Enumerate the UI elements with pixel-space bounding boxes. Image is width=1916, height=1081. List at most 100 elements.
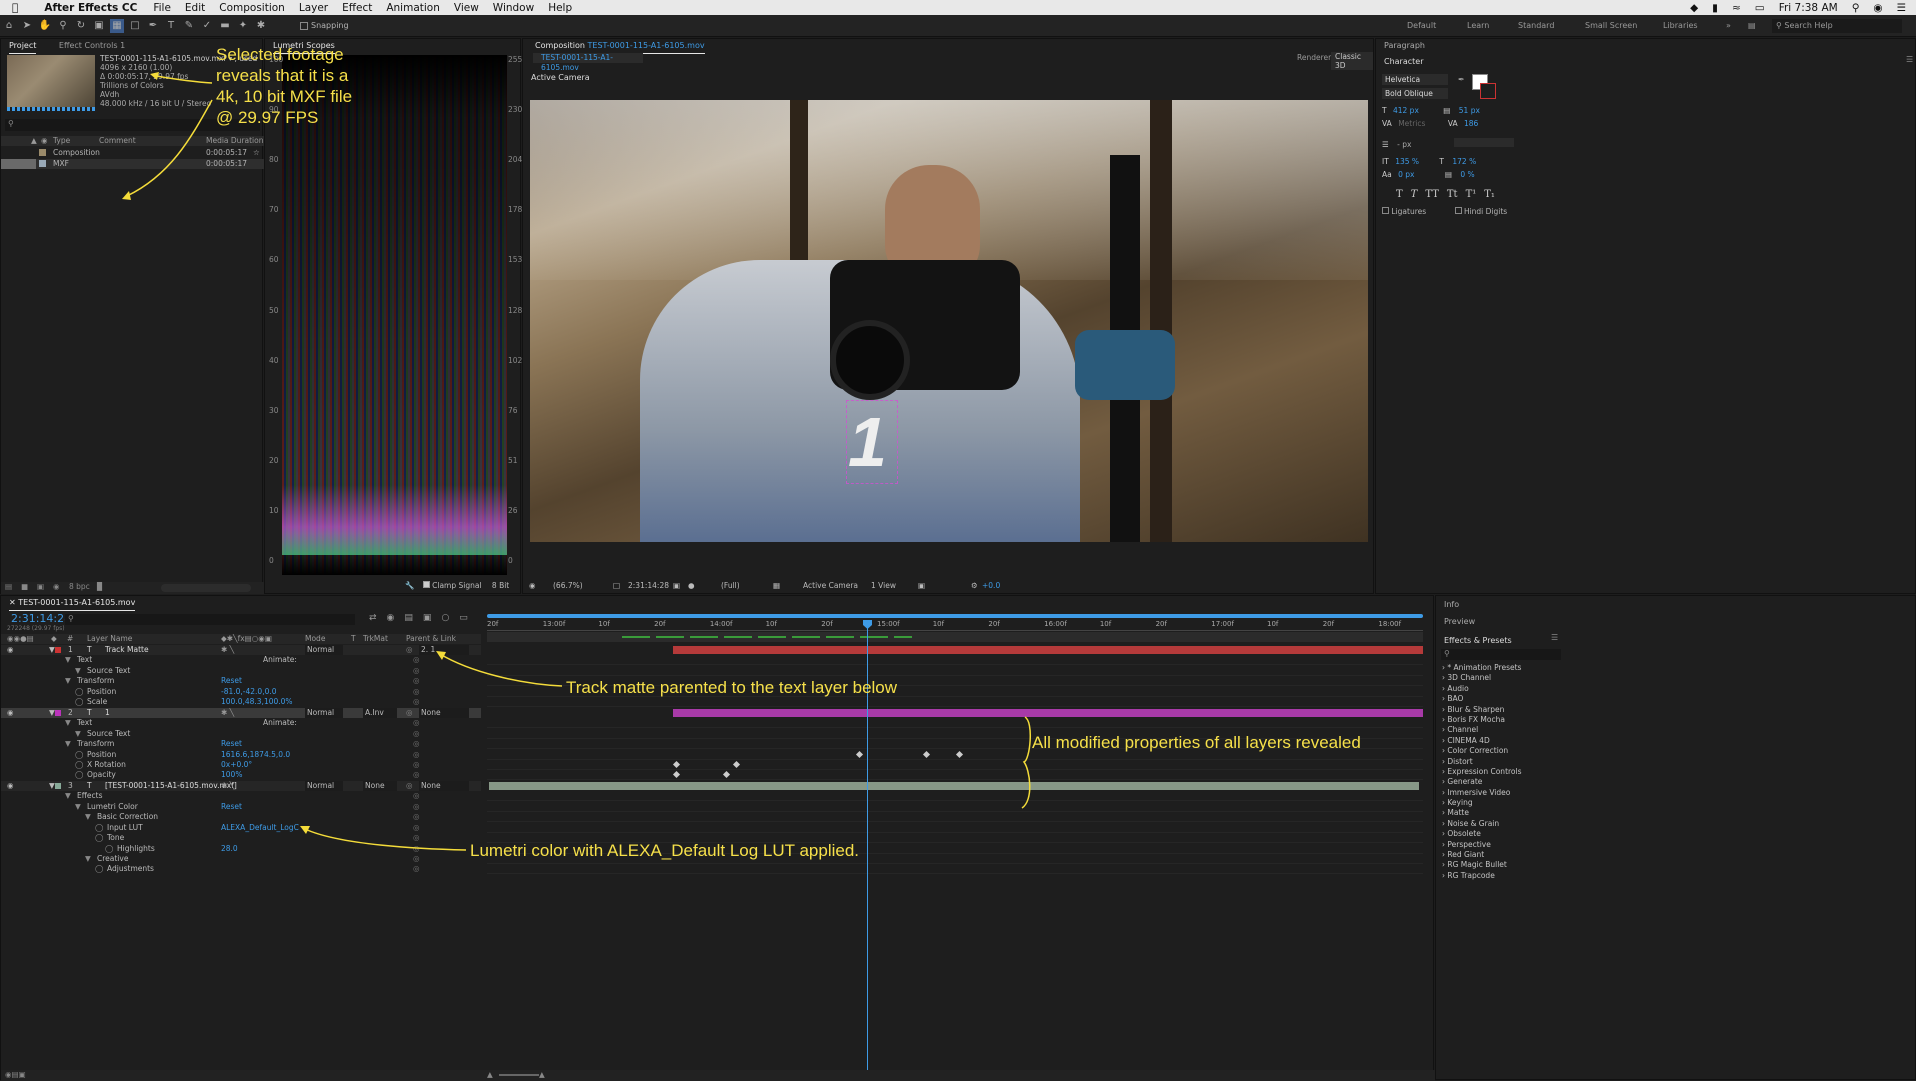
tab-effect-controls[interactable]: Effect Controls 1 xyxy=(59,39,125,53)
property-row[interactable]: ◯ Scale 100.0,48.3,100.0% ◎ xyxy=(1,697,481,707)
expression-pickwhip-icon[interactable]: ◎ xyxy=(413,739,420,749)
mode-dropdown[interactable]: Normal xyxy=(305,707,343,718)
effects-category[interactable]: › Red Giant xyxy=(1436,850,1566,860)
zoom-in-icon[interactable]: ▲ xyxy=(539,1070,545,1079)
trkmat-dropdown[interactable]: None xyxy=(363,780,397,791)
layer-switches-toggle-icon[interactable]: ◉▤▣ xyxy=(5,1070,26,1079)
effects-category[interactable]: › Audio xyxy=(1436,684,1566,694)
more-workspaces-icon[interactable]: » xyxy=(1726,15,1731,37)
camera-dropdown[interactable]: Active Camera xyxy=(803,581,858,590)
expression-pickwhip-icon[interactable]: ◎ xyxy=(413,802,420,812)
tab-character[interactable]: Character xyxy=(1376,55,1424,69)
roto-tool-icon[interactable]: ✦ xyxy=(236,19,250,33)
puppet-tool-icon[interactable]: ✱ xyxy=(254,19,268,33)
expression-pickwhip-icon[interactable]: ◎ xyxy=(413,812,420,822)
property-row[interactable]: ◯ Position -81.0,-42.0,0.0 ◎ xyxy=(1,687,481,697)
effects-search-input[interactable]: ⚲ xyxy=(1441,649,1561,660)
subscript-button[interactable]: T₁ xyxy=(1484,189,1495,200)
property-value[interactable]: 0x+0.0° xyxy=(221,760,252,770)
property-row[interactable]: ▼ Source Text ◎ xyxy=(1,729,481,739)
snapshot-icon[interactable]: ▣ xyxy=(673,581,680,590)
horizontal-scale-value[interactable]: 172 % xyxy=(1452,157,1476,166)
bpc-label[interactable]: 8 bpc xyxy=(69,582,90,591)
apple-icon[interactable]:  xyxy=(12,2,18,14)
effects-category[interactable]: › Channel xyxy=(1436,725,1566,735)
ligatures-checkbox[interactable] xyxy=(1382,207,1389,214)
col-type[interactable]: Type xyxy=(53,136,70,145)
notifications-icon[interactable]: ☰ xyxy=(1897,2,1906,14)
effects-category[interactable]: › Expression Controls xyxy=(1436,767,1566,777)
twirl-icon[interactable]: ▼ xyxy=(65,655,71,665)
siri-icon[interactable]: ◉ xyxy=(1873,2,1882,14)
comp-subtab[interactable]: TEST-0001-115-A1-6105.mov xyxy=(533,53,643,72)
tab-paragraph[interactable]: Paragraph xyxy=(1376,39,1915,53)
hand-tool-icon[interactable]: ✋ xyxy=(38,19,52,33)
home-icon[interactable]: ⌂ xyxy=(2,19,16,33)
col-parent[interactable]: Parent & Link xyxy=(406,634,456,643)
time-ruler[interactable]: 20f 13:00f 10f 20f 14:00f 10f 20f 15:00f 10f 20f 1… xyxy=(487,620,1423,631)
project-settings-icon[interactable]: ◉ xyxy=(53,582,60,591)
expression-pickwhip-icon[interactable]: ◎ xyxy=(413,687,420,697)
menu-view[interactable]: View xyxy=(454,2,479,14)
expression-pickwhip-icon[interactable]: ◎ xyxy=(413,729,420,739)
expression-pickwhip-icon[interactable]: ◎ xyxy=(413,718,420,728)
vertical-scale-value[interactable]: 135 % xyxy=(1395,157,1419,166)
stroke-style-dropdown[interactable] xyxy=(1453,138,1514,147)
trash-icon[interactable]: ▉ xyxy=(97,582,103,591)
property-action[interactable]: Animate: xyxy=(263,655,297,665)
layer-label-swatch[interactable] xyxy=(55,782,61,789)
layer-switches[interactable]: ✱ ╲ xyxy=(221,708,234,718)
expression-pickwhip-icon[interactable]: ◎ xyxy=(413,697,420,707)
project-scrollbar[interactable] xyxy=(161,584,251,592)
property-row[interactable]: ▼ Transform Reset ◎ xyxy=(1,676,481,686)
frame-blending-icon[interactable]: ▣ xyxy=(423,613,432,623)
baseline-value[interactable]: 0 px xyxy=(1398,170,1414,179)
work-area-bar[interactable] xyxy=(487,614,1423,618)
eraser-tool-icon[interactable]: ▬ xyxy=(218,19,232,33)
dropbox-icon[interactable]: ◆ xyxy=(1690,2,1698,14)
wrench-icon[interactable]: 🔧 xyxy=(405,581,414,590)
col-mode[interactable]: Mode xyxy=(305,634,325,643)
effects-category[interactable]: › * Animation Presets xyxy=(1436,663,1566,673)
pickwhip-icon[interactable]: ◎ xyxy=(406,781,413,791)
twirl-icon[interactable]: ◯ xyxy=(75,697,83,707)
col-duration[interactable]: Media Duration xyxy=(206,136,263,145)
twirl-icon[interactable]: ◯ xyxy=(75,770,83,780)
zoom-dropdown[interactable]: (66.7%) xyxy=(553,581,583,590)
menu-edit[interactable]: Edit xyxy=(185,2,205,14)
timeline-timecode[interactable]: 2:31:14:28 xyxy=(11,612,71,625)
layer-duration-bar[interactable] xyxy=(673,646,1423,654)
twirl-icon[interactable]: ▼ xyxy=(49,645,55,655)
layer-duration-bar[interactable] xyxy=(673,708,1423,717)
property-row[interactable]: ◯ Adjustments ◎ xyxy=(1,864,481,874)
property-action[interactable]: Reset xyxy=(221,739,242,749)
effects-category[interactable]: › Perspective xyxy=(1436,840,1566,850)
all-caps-button[interactable]: TT xyxy=(1425,189,1439,200)
tab-effects-presets[interactable]: Effects & Presets xyxy=(1436,634,1915,648)
menu-window[interactable]: Window xyxy=(493,2,534,14)
effects-category[interactable]: › 3D Channel xyxy=(1436,673,1566,683)
property-value[interactable]: -81.0,-42.0,0.0 xyxy=(221,687,277,697)
eyedropper-icon[interactable]: ✒ xyxy=(1458,75,1465,84)
pen-tool-icon[interactable]: ✒ xyxy=(146,19,160,33)
twirl-icon[interactable]: ◯ xyxy=(75,750,83,760)
effects-category[interactable]: › Obsolete xyxy=(1436,829,1566,839)
property-row[interactable]: ▼ Effects ◎ xyxy=(1,791,481,801)
rectangle-tool-icon[interactable]: □ xyxy=(128,19,142,33)
expression-pickwhip-icon[interactable]: ◎ xyxy=(413,666,420,676)
expression-pickwhip-icon[interactable]: ◎ xyxy=(413,750,420,760)
workspace-default[interactable]: Default xyxy=(1407,15,1436,37)
graph-editor-icon[interactable]: ▭ xyxy=(459,613,468,623)
new-comp-icon[interactable]: ▣ xyxy=(37,582,44,591)
tab-preview[interactable]: Preview xyxy=(1436,615,1915,629)
property-action[interactable]: Reset xyxy=(221,676,242,686)
parent-dropdown[interactable]: 2. 1 xyxy=(419,645,469,655)
property-row[interactable]: ◯ Opacity 100% ◎ xyxy=(1,770,481,780)
layer-duration-bar[interactable] xyxy=(489,781,1419,790)
kerning-value[interactable]: Metrics xyxy=(1398,119,1425,128)
property-row[interactable]: ▼ Transform Reset ◎ xyxy=(1,739,481,749)
battery-icon[interactable]: ▮ xyxy=(1712,2,1718,14)
superscript-button[interactable]: T¹ xyxy=(1466,189,1477,200)
trkmat-dropdown[interactable]: A.Inv xyxy=(363,707,397,718)
font-family-dropdown[interactable]: Helvetica xyxy=(1382,74,1448,85)
